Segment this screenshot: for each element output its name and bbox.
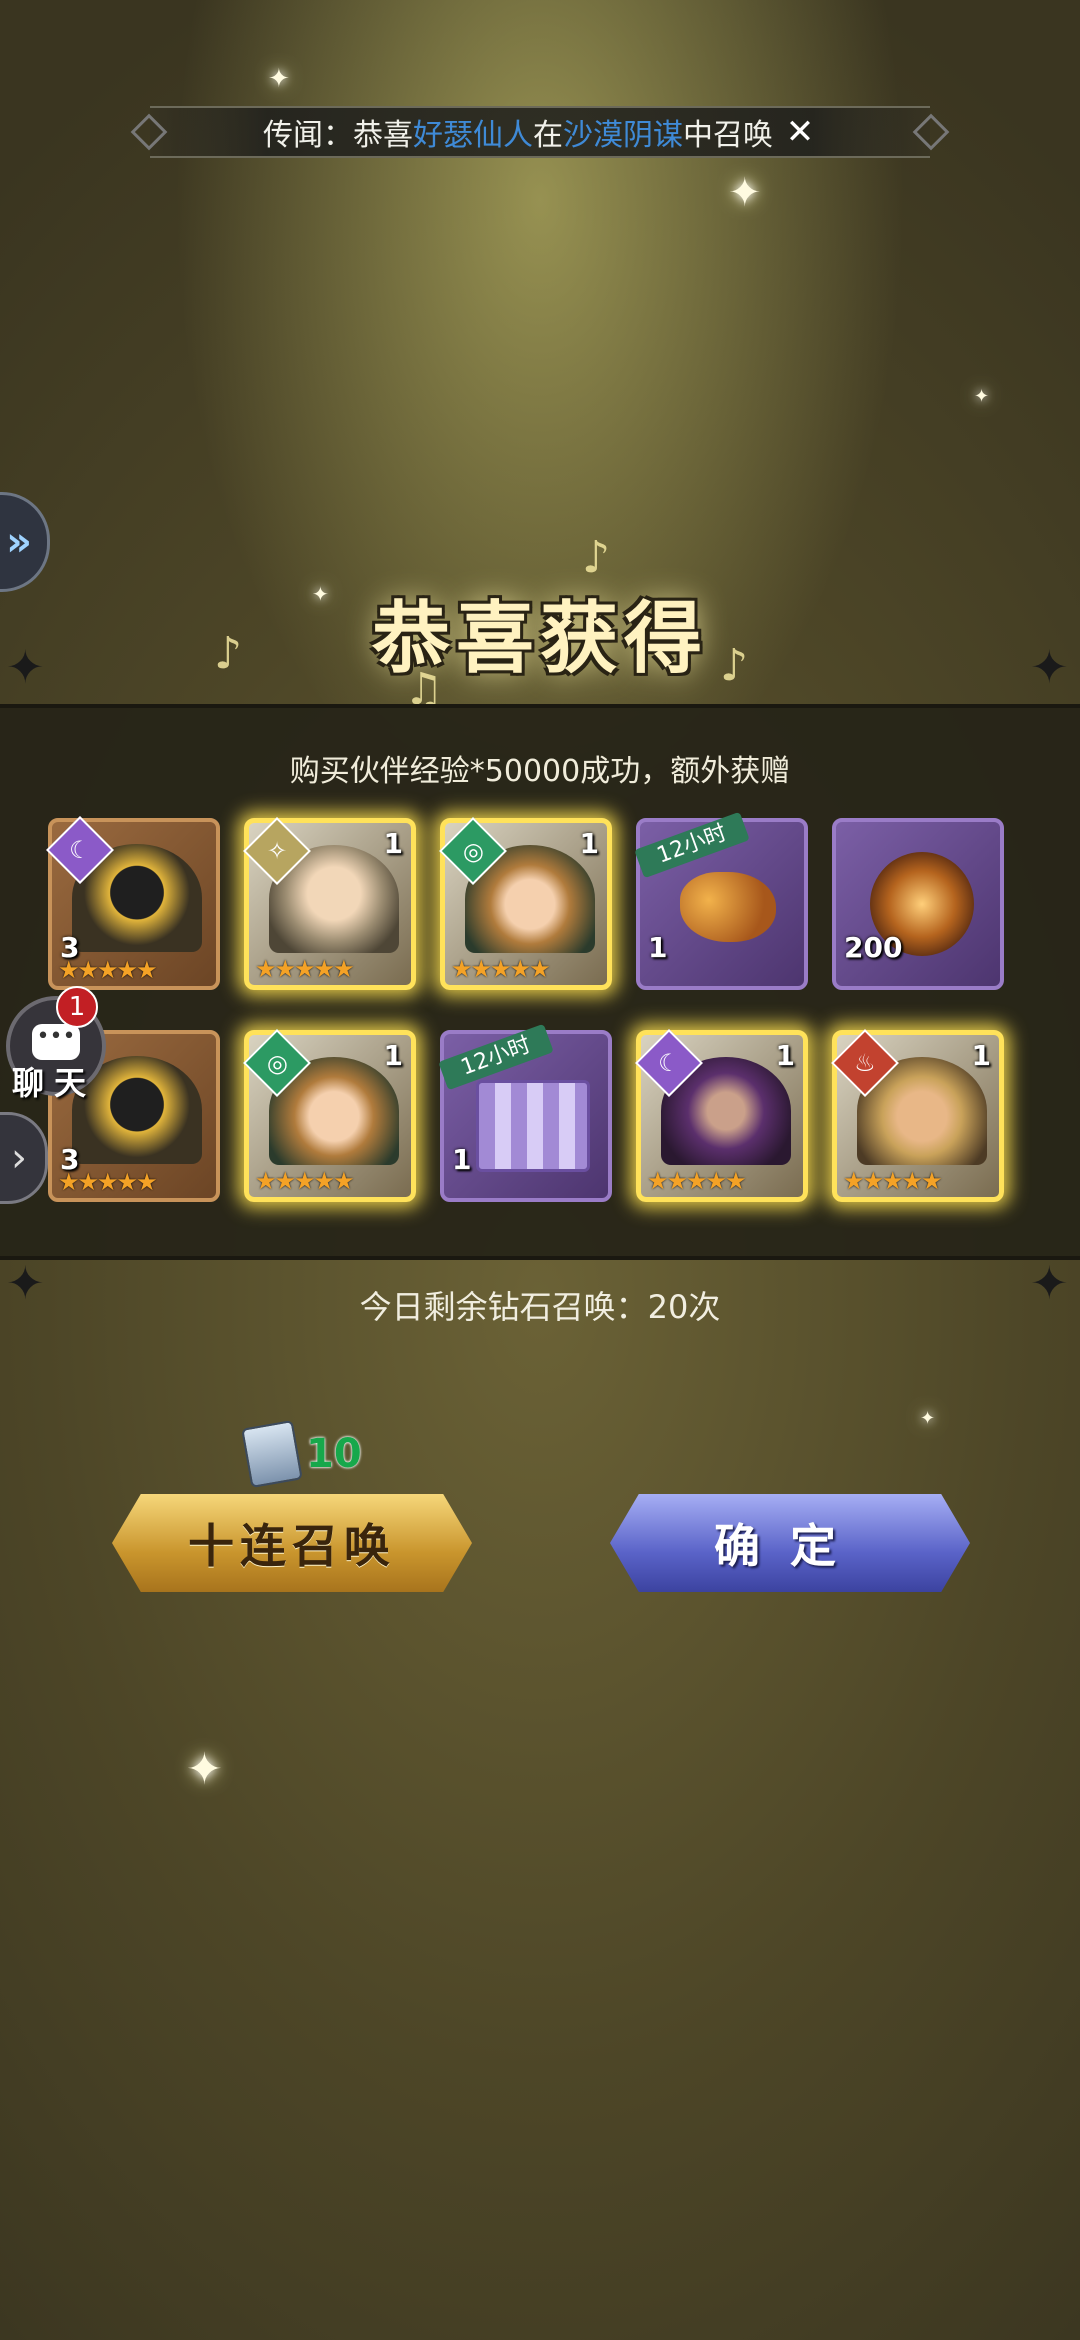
reward-item-hero[interactable]: ✧ 1 ★★★★★ bbox=[243, 817, 416, 990]
chat-bubble-icon: ••• bbox=[32, 1024, 80, 1060]
ten-summon-button[interactable]: 十连召唤 bbox=[112, 1494, 472, 1592]
banner-ornament bbox=[912, 113, 950, 151]
chat-unread-badge: 1 bbox=[56, 986, 98, 1028]
hero-level: 1 bbox=[971, 1039, 991, 1072]
exp-gift-box-icon bbox=[476, 1080, 590, 1172]
rumor-prefix: 传闻：恭喜 bbox=[263, 118, 413, 153]
title-area: 恭喜获得 bbox=[0, 540, 1080, 684]
gold-ore-icon bbox=[680, 872, 776, 942]
reward-item-resource[interactable]: 12小时 1 bbox=[438, 1023, 612, 1202]
rumor-suffix: 中召唤 bbox=[683, 118, 773, 153]
item-count: 200 bbox=[844, 931, 903, 964]
hero-level: 1 bbox=[579, 827, 599, 860]
star-rating: ★★★★★ bbox=[843, 1167, 943, 1195]
star-rating: ★★★★★ bbox=[58, 956, 158, 984]
hero-level: 1 bbox=[775, 1039, 795, 1072]
rumor-in: 在 bbox=[533, 118, 563, 153]
sparkle-icon: ✦ bbox=[974, 386, 990, 407]
sparkle-icon: ✦ bbox=[186, 1744, 223, 1795]
sparkle-icon: ✦ bbox=[728, 170, 762, 216]
reward-item-hero[interactable]: ◎ 1 ★★★★★ bbox=[439, 817, 612, 990]
remaining-summons: 今日剩余钻石召唤：20次 bbox=[359, 1288, 721, 1326]
star-rating: ★★★★★ bbox=[255, 1167, 355, 1195]
confirm-button[interactable]: 确定 bbox=[610, 1494, 970, 1592]
summon-scroll-icon bbox=[241, 1419, 303, 1489]
rumor-player: 好瑟仙人 bbox=[413, 118, 533, 153]
summon-cost: 10 bbox=[241, 1419, 362, 1489]
reward-item-hero[interactable]: ☾ 1 ★★★★★ bbox=[635, 1029, 808, 1202]
hero-level: 1 bbox=[383, 1039, 403, 1072]
duration-ribbon: 12小时 bbox=[634, 811, 750, 879]
reward-item-resource[interactable]: 12小时 1 bbox=[634, 811, 808, 990]
reward-item-hero[interactable]: ♨ 1 ★★★★★ bbox=[831, 1029, 1004, 1202]
chevron-right-icon: › bbox=[11, 1135, 27, 1181]
corner-ornament-icon: ✦ bbox=[1030, 640, 1069, 694]
sparkle-icon: ✦ bbox=[268, 64, 290, 94]
star-rating: ★★★★★ bbox=[451, 955, 551, 983]
reward-item-resource[interactable]: 200 bbox=[832, 818, 1004, 990]
close-icon[interactable]: ✕ bbox=[783, 112, 817, 152]
reward-item-hero[interactable]: ◎ 1 ★★★★★ bbox=[243, 1029, 416, 1202]
hero-level: 1 bbox=[383, 827, 403, 860]
sparkle-icon: ✦ bbox=[920, 1408, 936, 1429]
page-title: 恭喜获得 bbox=[371, 593, 708, 684]
purchase-message: 购买伙伴经验*50000成功，额外获赠 bbox=[289, 754, 791, 789]
item-count: 1 bbox=[648, 931, 668, 964]
corner-ornament-icon: ✦ bbox=[6, 640, 45, 694]
item-count: 1 bbox=[452, 1143, 472, 1176]
chat-label[interactable]: 聊天 bbox=[12, 1058, 96, 1104]
cost-amount: 10 bbox=[306, 1431, 362, 1477]
rumor-banner: 传闻：恭喜 好瑟仙人 在 沙漠阴谋 中召唤 ✕ bbox=[130, 106, 950, 158]
banner-ornament bbox=[130, 113, 168, 151]
star-rating: ★★★★★ bbox=[255, 955, 355, 983]
star-rating: ★★★★★ bbox=[58, 1168, 158, 1196]
star-rating: ★★★★★ bbox=[647, 1167, 747, 1195]
reward-item-hero[interactable]: ☾ 3 ★★★★★ bbox=[46, 816, 220, 990]
rumor-event: 沙漠阴谋 bbox=[563, 118, 683, 153]
